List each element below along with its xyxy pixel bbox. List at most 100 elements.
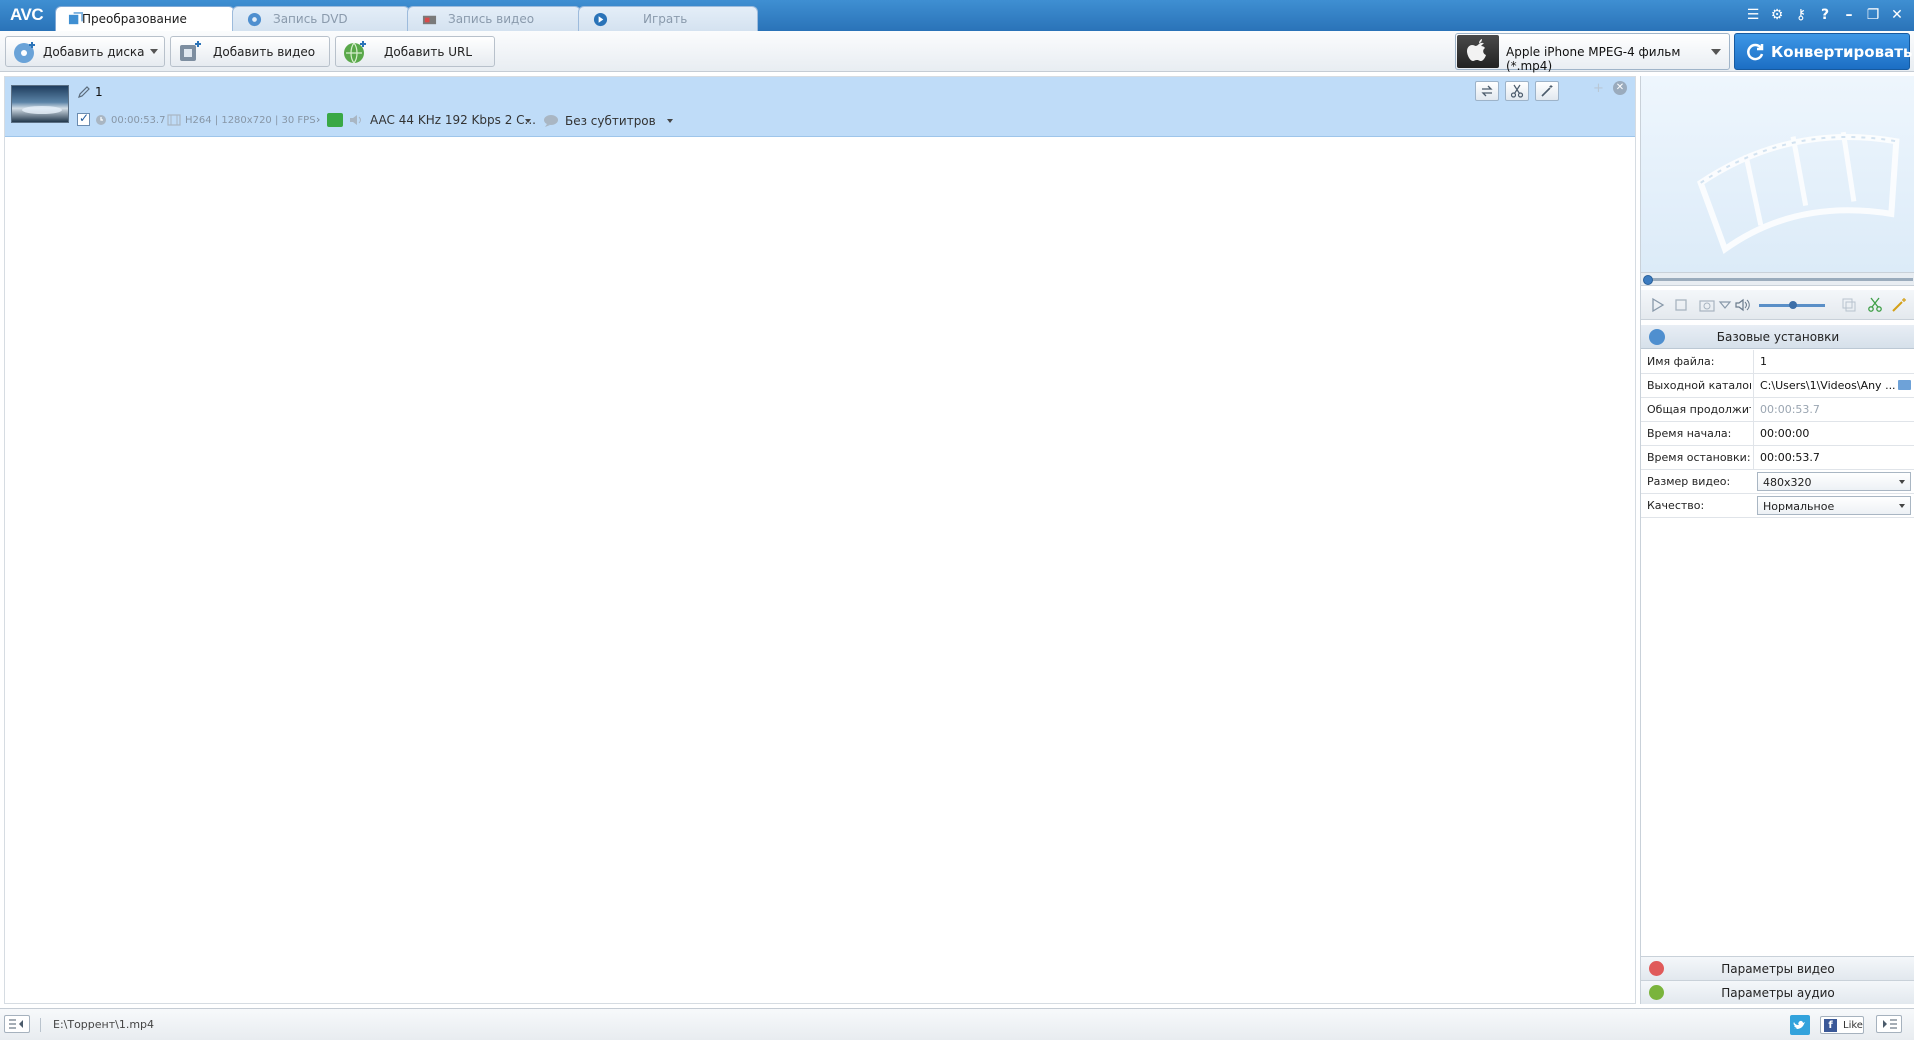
settings-row: Общая продолжит 00:00:53.7 bbox=[1641, 398, 1914, 422]
output-profile-select[interactable]: Apple iPhone MPEG-4 фильм (*.mp4) bbox=[1455, 33, 1730, 73]
clip-button[interactable] bbox=[1505, 81, 1529, 101]
preview-area bbox=[1641, 76, 1914, 272]
file-name[interactable]: 1 bbox=[95, 85, 103, 99]
stop-icon[interactable] bbox=[1673, 297, 1689, 313]
audio-params-header[interactable]: Параметры аудио bbox=[1641, 980, 1914, 1004]
settings-icon bbox=[1649, 329, 1665, 345]
magic-wand-icon[interactable] bbox=[1891, 297, 1907, 313]
convert-button[interactable]: Конвертировать! bbox=[1734, 33, 1914, 70]
tab-convert[interactable]: Преобразование bbox=[55, 6, 235, 31]
copy-icon[interactable] bbox=[1841, 297, 1857, 313]
chevron-down-icon[interactable] bbox=[1717, 297, 1733, 313]
volume-handle[interactable] bbox=[1789, 301, 1797, 309]
file-row[interactable]: 1 00:00:53.7 H264 | 1280x720 | 30 FPS › … bbox=[5, 77, 1635, 137]
apple-icon bbox=[1457, 35, 1499, 68]
minimize-icon[interactable]: – bbox=[1840, 6, 1858, 24]
chevron-down-icon[interactable] bbox=[150, 49, 158, 54]
record-icon bbox=[422, 15, 437, 25]
seek-track[interactable] bbox=[1651, 278, 1913, 281]
stop-time-field[interactable]: 00:00:53.7 bbox=[1753, 446, 1914, 469]
chevron-down-icon[interactable] bbox=[1711, 49, 1721, 55]
help-icon[interactable]: ? bbox=[1816, 6, 1834, 24]
right-panel: Базовые установки Имя файла: 1 Выходной … bbox=[1640, 76, 1914, 1004]
gear-icon[interactable]: ⚙ bbox=[1768, 6, 1786, 24]
add-url-label: Добавить URL bbox=[384, 45, 473, 59]
video-thumbnail[interactable] bbox=[11, 85, 69, 123]
output-folder-value: C:\Users\1\Videos\Any ... bbox=[1760, 379, 1896, 392]
scissors-icon bbox=[1510, 84, 1524, 98]
tab-burn-dvd[interactable]: Запись DVD bbox=[232, 6, 410, 31]
settings-table: Имя файла: 1 Выходной каталог: C:\Users\… bbox=[1641, 350, 1914, 518]
merge-button[interactable] bbox=[1475, 81, 1499, 101]
speaker-icon bbox=[350, 115, 361, 125]
file-checkbox[interactable] bbox=[77, 111, 90, 126]
settings-row: Время остановки: 00:00:53.7 bbox=[1641, 446, 1914, 470]
twitter-icon[interactable] bbox=[1790, 1015, 1810, 1035]
audio-track-select[interactable]: AAC 44 KHz 192 Kbps 2 C... bbox=[370, 113, 536, 127]
pencil-icon[interactable] bbox=[77, 85, 91, 99]
refresh-icon bbox=[1747, 43, 1764, 61]
app-logo: AVC bbox=[10, 5, 44, 24]
settings-row: Выходной каталог: C:\Users\1\Videos\Any … bbox=[1641, 374, 1914, 398]
video-codec-info: H264 | 1280x720 | 30 FPS bbox=[185, 115, 316, 126]
file-name-field[interactable]: 1 bbox=[1753, 350, 1914, 373]
volume-icon[interactable] bbox=[1735, 297, 1751, 313]
restore-icon[interactable]: ❐ bbox=[1864, 6, 1882, 24]
output-folder-field[interactable]: C:\Users\1\Videos\Any ... bbox=[1753, 374, 1914, 397]
key-icon[interactable]: ⚷ bbox=[1792, 6, 1810, 24]
tab-convert-label: Преобразование bbox=[82, 12, 187, 26]
swap-icon bbox=[1481, 85, 1493, 97]
add-video-button[interactable]: Добавить видео bbox=[170, 36, 330, 67]
total-duration-value: 00:00:53.7 bbox=[1753, 398, 1914, 421]
add-disc-button[interactable]: Добавить диска bbox=[5, 36, 165, 67]
disc-icon bbox=[247, 12, 262, 27]
facebook-like-button[interactable]: f Like bbox=[1820, 1016, 1864, 1034]
facebook-icon: f bbox=[1824, 1019, 1837, 1032]
toggle-panel-button[interactable] bbox=[1876, 1015, 1902, 1033]
video-params-header[interactable]: Параметры видео bbox=[1641, 956, 1914, 980]
add-disc-label: Добавить диска bbox=[43, 45, 145, 59]
expand-icon[interactable]: + bbox=[1593, 81, 1604, 96]
tab-record-video[interactable]: Запись видео bbox=[407, 6, 581, 31]
scissors-icon[interactable] bbox=[1867, 297, 1883, 313]
remove-file-icon[interactable]: ✕ bbox=[1613, 81, 1627, 95]
subtitle-select[interactable]: Без субтитров bbox=[565, 114, 656, 128]
seek-bar[interactable] bbox=[1641, 272, 1914, 286]
player-controls bbox=[1641, 290, 1914, 320]
video-size-select[interactable]: 480x320 bbox=[1757, 472, 1911, 491]
panel-right-icon bbox=[1883, 1019, 1897, 1029]
menu-icon[interactable]: ☰ bbox=[1744, 6, 1762, 24]
camera-icon[interactable] bbox=[1699, 297, 1715, 313]
settings-row: Размер видео: 480x320 bbox=[1641, 470, 1914, 494]
setting-label: Время остановки: bbox=[1647, 451, 1751, 464]
film-strip-icon bbox=[1697, 131, 1900, 254]
clock-icon bbox=[96, 115, 106, 125]
start-time-field[interactable]: 00:00:00 bbox=[1753, 422, 1914, 445]
close-icon[interactable]: ✕ bbox=[1888, 6, 1906, 24]
chevron-down-icon[interactable] bbox=[667, 119, 673, 123]
file-path: E:\Торрент\1.mp4 bbox=[53, 1018, 155, 1031]
folder-icon[interactable] bbox=[1898, 380, 1911, 390]
chevron-down-icon bbox=[1899, 504, 1905, 508]
basic-settings-title: Базовые установки bbox=[1716, 330, 1840, 344]
tab-record-video-label: Запись видео bbox=[448, 12, 535, 26]
setting-label: Качество: bbox=[1647, 499, 1705, 512]
chevron-down-icon[interactable] bbox=[525, 119, 531, 123]
play-icon[interactable] bbox=[1649, 297, 1665, 313]
setting-label: Имя файла: bbox=[1647, 355, 1715, 368]
video-size-value: 480x320 bbox=[1763, 476, 1812, 489]
add-url-button[interactable]: Добавить URL bbox=[335, 36, 495, 67]
seek-handle[interactable] bbox=[1643, 275, 1653, 285]
setting-label: Размер видео: bbox=[1647, 475, 1731, 488]
effects-button[interactable] bbox=[1535, 81, 1559, 101]
add-video-label: Добавить видео bbox=[213, 45, 316, 59]
main-toolbar: Добавить диска Добавить видео Добавить U… bbox=[0, 31, 1914, 73]
play-icon bbox=[593, 12, 608, 27]
quality-select[interactable]: Нормальное bbox=[1757, 496, 1911, 515]
settings-row: Имя файла: 1 bbox=[1641, 350, 1914, 374]
toggle-list-button[interactable] bbox=[4, 1015, 30, 1033]
globe-add-icon bbox=[344, 41, 366, 64]
tab-play[interactable]: Играть bbox=[578, 6, 758, 31]
basic-settings-header[interactable]: Базовые установки bbox=[1641, 325, 1914, 349]
volume-slider[interactable] bbox=[1759, 301, 1825, 309]
